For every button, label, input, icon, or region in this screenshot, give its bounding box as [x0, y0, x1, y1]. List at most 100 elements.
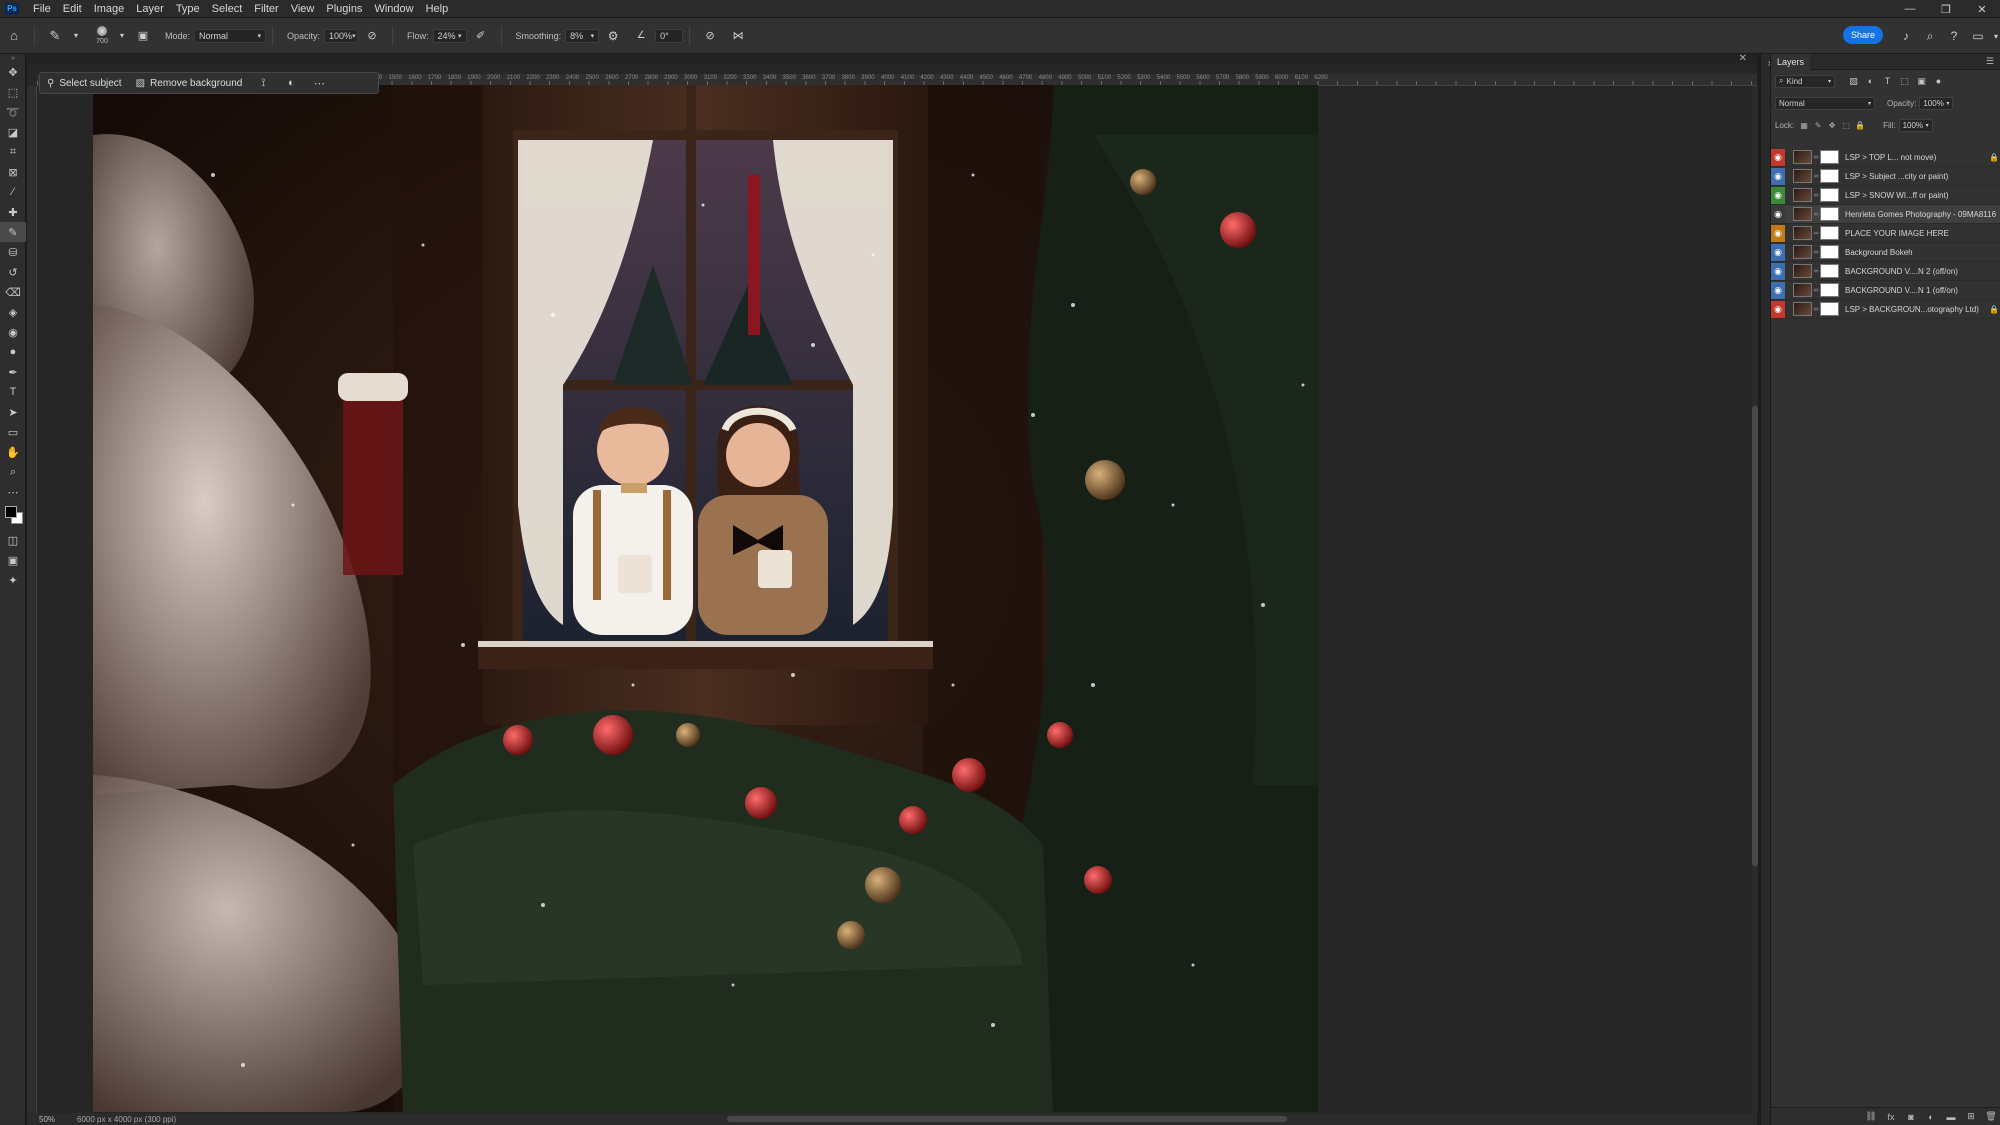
brush-tool-icon[interactable]: ✎: [44, 25, 66, 47]
path-icon[interactable]: ⟟: [249, 77, 277, 90]
restore-button[interactable]: ❐: [1928, 0, 1964, 18]
new-group-icon[interactable]: ▬: [1941, 1112, 1961, 1122]
marquee-tool-icon[interactable]: ⬚: [0, 82, 26, 102]
horizontal-scrollbar-thumb[interactable]: [727, 1116, 1287, 1122]
menu-item-select[interactable]: Select: [206, 0, 249, 18]
layer-row[interactable]: ◉ ∞ Henrieta Gomes Photography - 09MA8116: [1771, 205, 2000, 224]
chain-icon[interactable]: ∞: [1812, 192, 1820, 199]
lock-all-icon[interactable]: 🔒: [1853, 121, 1867, 130]
gear-icon[interactable]: ⚙: [602, 25, 624, 47]
object-selection-tool-icon[interactable]: ◪: [0, 122, 26, 142]
layer-name[interactable]: BACKGROUND V....N 1 (off/on): [1845, 286, 2000, 295]
airbrush-icon[interactable]: ✐: [470, 25, 492, 47]
layer-mask-thumbnail[interactable]: [1820, 150, 1839, 164]
opacity-field[interactable]: 100% ▾: [324, 28, 359, 43]
layer-opacity-field[interactable]: 100% ▾: [1919, 96, 1954, 110]
quick-mask-icon[interactable]: ◫: [0, 530, 26, 550]
lasso-tool-icon[interactable]: ➰: [0, 102, 26, 122]
paint-bucket-tool-icon[interactable]: ◈: [0, 302, 26, 322]
layer-mask-thumbnail[interactable]: [1820, 188, 1839, 202]
menu-item-edit[interactable]: Edit: [57, 0, 88, 18]
add-mask-icon[interactable]: ◙: [1901, 1112, 1921, 1122]
search-icon[interactable]: ⌕: [1920, 25, 1940, 47]
blur-tool-icon[interactable]: ◉: [0, 322, 26, 342]
filter-smart-object-icon[interactable]: ▣: [1913, 76, 1930, 87]
path-selection-tool-icon[interactable]: ➤: [0, 402, 26, 422]
zoom-tool-icon[interactable]: ⌕: [0, 462, 26, 482]
eye-icon[interactable]: ◉: [1771, 205, 1785, 223]
layer-row[interactable]: ◉ ∞ LSP > SNOW WI...ff or paint): [1771, 186, 2000, 205]
smoothing-field[interactable]: 8% ▾: [565, 28, 600, 43]
layer-thumbnail[interactable]: [1793, 283, 1812, 297]
filter-pixel-icon[interactable]: ▨: [1845, 76, 1862, 87]
lock-pixels-icon[interactable]: ✎: [1811, 121, 1825, 130]
menu-item-image[interactable]: Image: [88, 0, 131, 18]
help-icon[interactable]: ?: [1944, 25, 1964, 47]
adjust-icon[interactable]: ◐: [277, 77, 305, 89]
pressure-opacity-icon[interactable]: ⊘: [361, 25, 383, 47]
menu-item-filter[interactable]: Filter: [248, 0, 284, 18]
layer-mask-thumbnail[interactable]: [1820, 283, 1839, 297]
chevron-down-icon[interactable]: ▾: [1992, 25, 2000, 47]
layer-thumbnail[interactable]: [1793, 226, 1812, 240]
chevron-down-icon[interactable]: ▾: [72, 25, 80, 47]
rectangle-tool-icon[interactable]: ▭: [0, 422, 26, 442]
zoom-level[interactable]: 50%: [27, 1115, 57, 1124]
eye-icon[interactable]: ◉: [1771, 243, 1785, 261]
layer-mask-thumbnail[interactable]: [1820, 264, 1839, 278]
color-swatches[interactable]: [0, 502, 26, 530]
filter-type-icon[interactable]: T: [1879, 76, 1896, 87]
brush-preset-picker[interactable]: 700: [89, 21, 115, 51]
layer-mask-thumbnail[interactable]: [1820, 226, 1839, 240]
layers-tab[interactable]: Layers: [1771, 53, 1811, 70]
eye-icon[interactable]: ◉: [1771, 186, 1785, 204]
layer-name[interactable]: BACKGROUND V....N 2 (off/on): [1845, 267, 2000, 276]
chain-icon[interactable]: ∞: [1812, 268, 1820, 275]
layer-name[interactable]: LSP > TOP L... not move): [1845, 153, 1987, 162]
filter-shape-icon[interactable]: ⬚: [1896, 76, 1913, 87]
type-tool-icon[interactable]: T: [0, 382, 26, 402]
layer-name[interactable]: Henrieta Gomes Photography - 09MA8116: [1845, 210, 2000, 219]
delete-layer-icon[interactable]: 🗑: [1981, 1111, 2000, 1122]
bell-icon[interactable]: ♪: [1896, 25, 1916, 47]
layer-mask-thumbnail[interactable]: [1820, 302, 1839, 316]
menu-item-plugins[interactable]: Plugins: [320, 0, 368, 18]
layer-thumbnail[interactable]: [1793, 302, 1812, 316]
layer-style-icon[interactable]: fx: [1881, 1112, 1901, 1122]
blend-mode-select[interactable]: Normal ▾: [1775, 96, 1875, 110]
eye-icon[interactable]: ◉: [1771, 300, 1785, 318]
chain-icon[interactable]: ∞: [1812, 306, 1820, 313]
vertical-scrollbar[interactable]: [1752, 86, 1758, 1112]
eraser-tool-icon[interactable]: ⌫: [0, 282, 26, 302]
layer-thumbnail[interactable]: [1793, 207, 1812, 221]
menu-item-file[interactable]: File: [27, 0, 57, 18]
move-tool-icon[interactable]: ✥: [0, 62, 26, 82]
eye-icon[interactable]: ◉: [1771, 281, 1785, 299]
chain-icon[interactable]: ∞: [1812, 287, 1820, 294]
layer-row[interactable]: ◉ ∞ LSP > TOP L... not move) 🔒: [1771, 148, 2000, 167]
share-button[interactable]: Share: [1843, 26, 1883, 44]
layer-mask-thumbnail[interactable]: [1820, 169, 1839, 183]
brush-settings-icon[interactable]: ▣: [132, 25, 154, 47]
layer-row[interactable]: ◉ ∞ BACKGROUND V....N 1 (off/on): [1771, 281, 2000, 300]
chain-icon[interactable]: ∞: [1812, 230, 1820, 237]
menu-item-window[interactable]: Window: [368, 0, 419, 18]
adjustment-layer-icon[interactable]: ◐: [1921, 1112, 1941, 1122]
home-icon[interactable]: ⌂: [3, 25, 25, 47]
eye-icon[interactable]: ◉: [1771, 167, 1785, 185]
close-window-button[interactable]: ✕: [1964, 0, 2000, 18]
crop-tool-icon[interactable]: ⌗: [0, 142, 26, 162]
pressure-size-icon[interactable]: ⊘: [699, 25, 721, 47]
flow-field[interactable]: 24% ▾: [432, 28, 467, 43]
menu-item-view[interactable]: View: [285, 0, 321, 18]
canvas-image[interactable]: [93, 85, 1318, 1112]
layer-row[interactable]: ◉ ∞ Background Bokeh: [1771, 243, 2000, 262]
layer-mask-thumbnail[interactable]: [1820, 245, 1839, 259]
eye-icon[interactable]: ◉: [1771, 224, 1785, 242]
brush-tool-icon[interactable]: ✎: [0, 222, 26, 242]
chain-icon[interactable]: ∞: [1812, 154, 1820, 161]
menu-item-layer[interactable]: Layer: [130, 0, 170, 18]
more-options-icon[interactable]: ⋯: [305, 77, 333, 90]
chain-icon[interactable]: ∞: [1812, 211, 1820, 218]
angle-field[interactable]: 0°: [655, 28, 684, 43]
